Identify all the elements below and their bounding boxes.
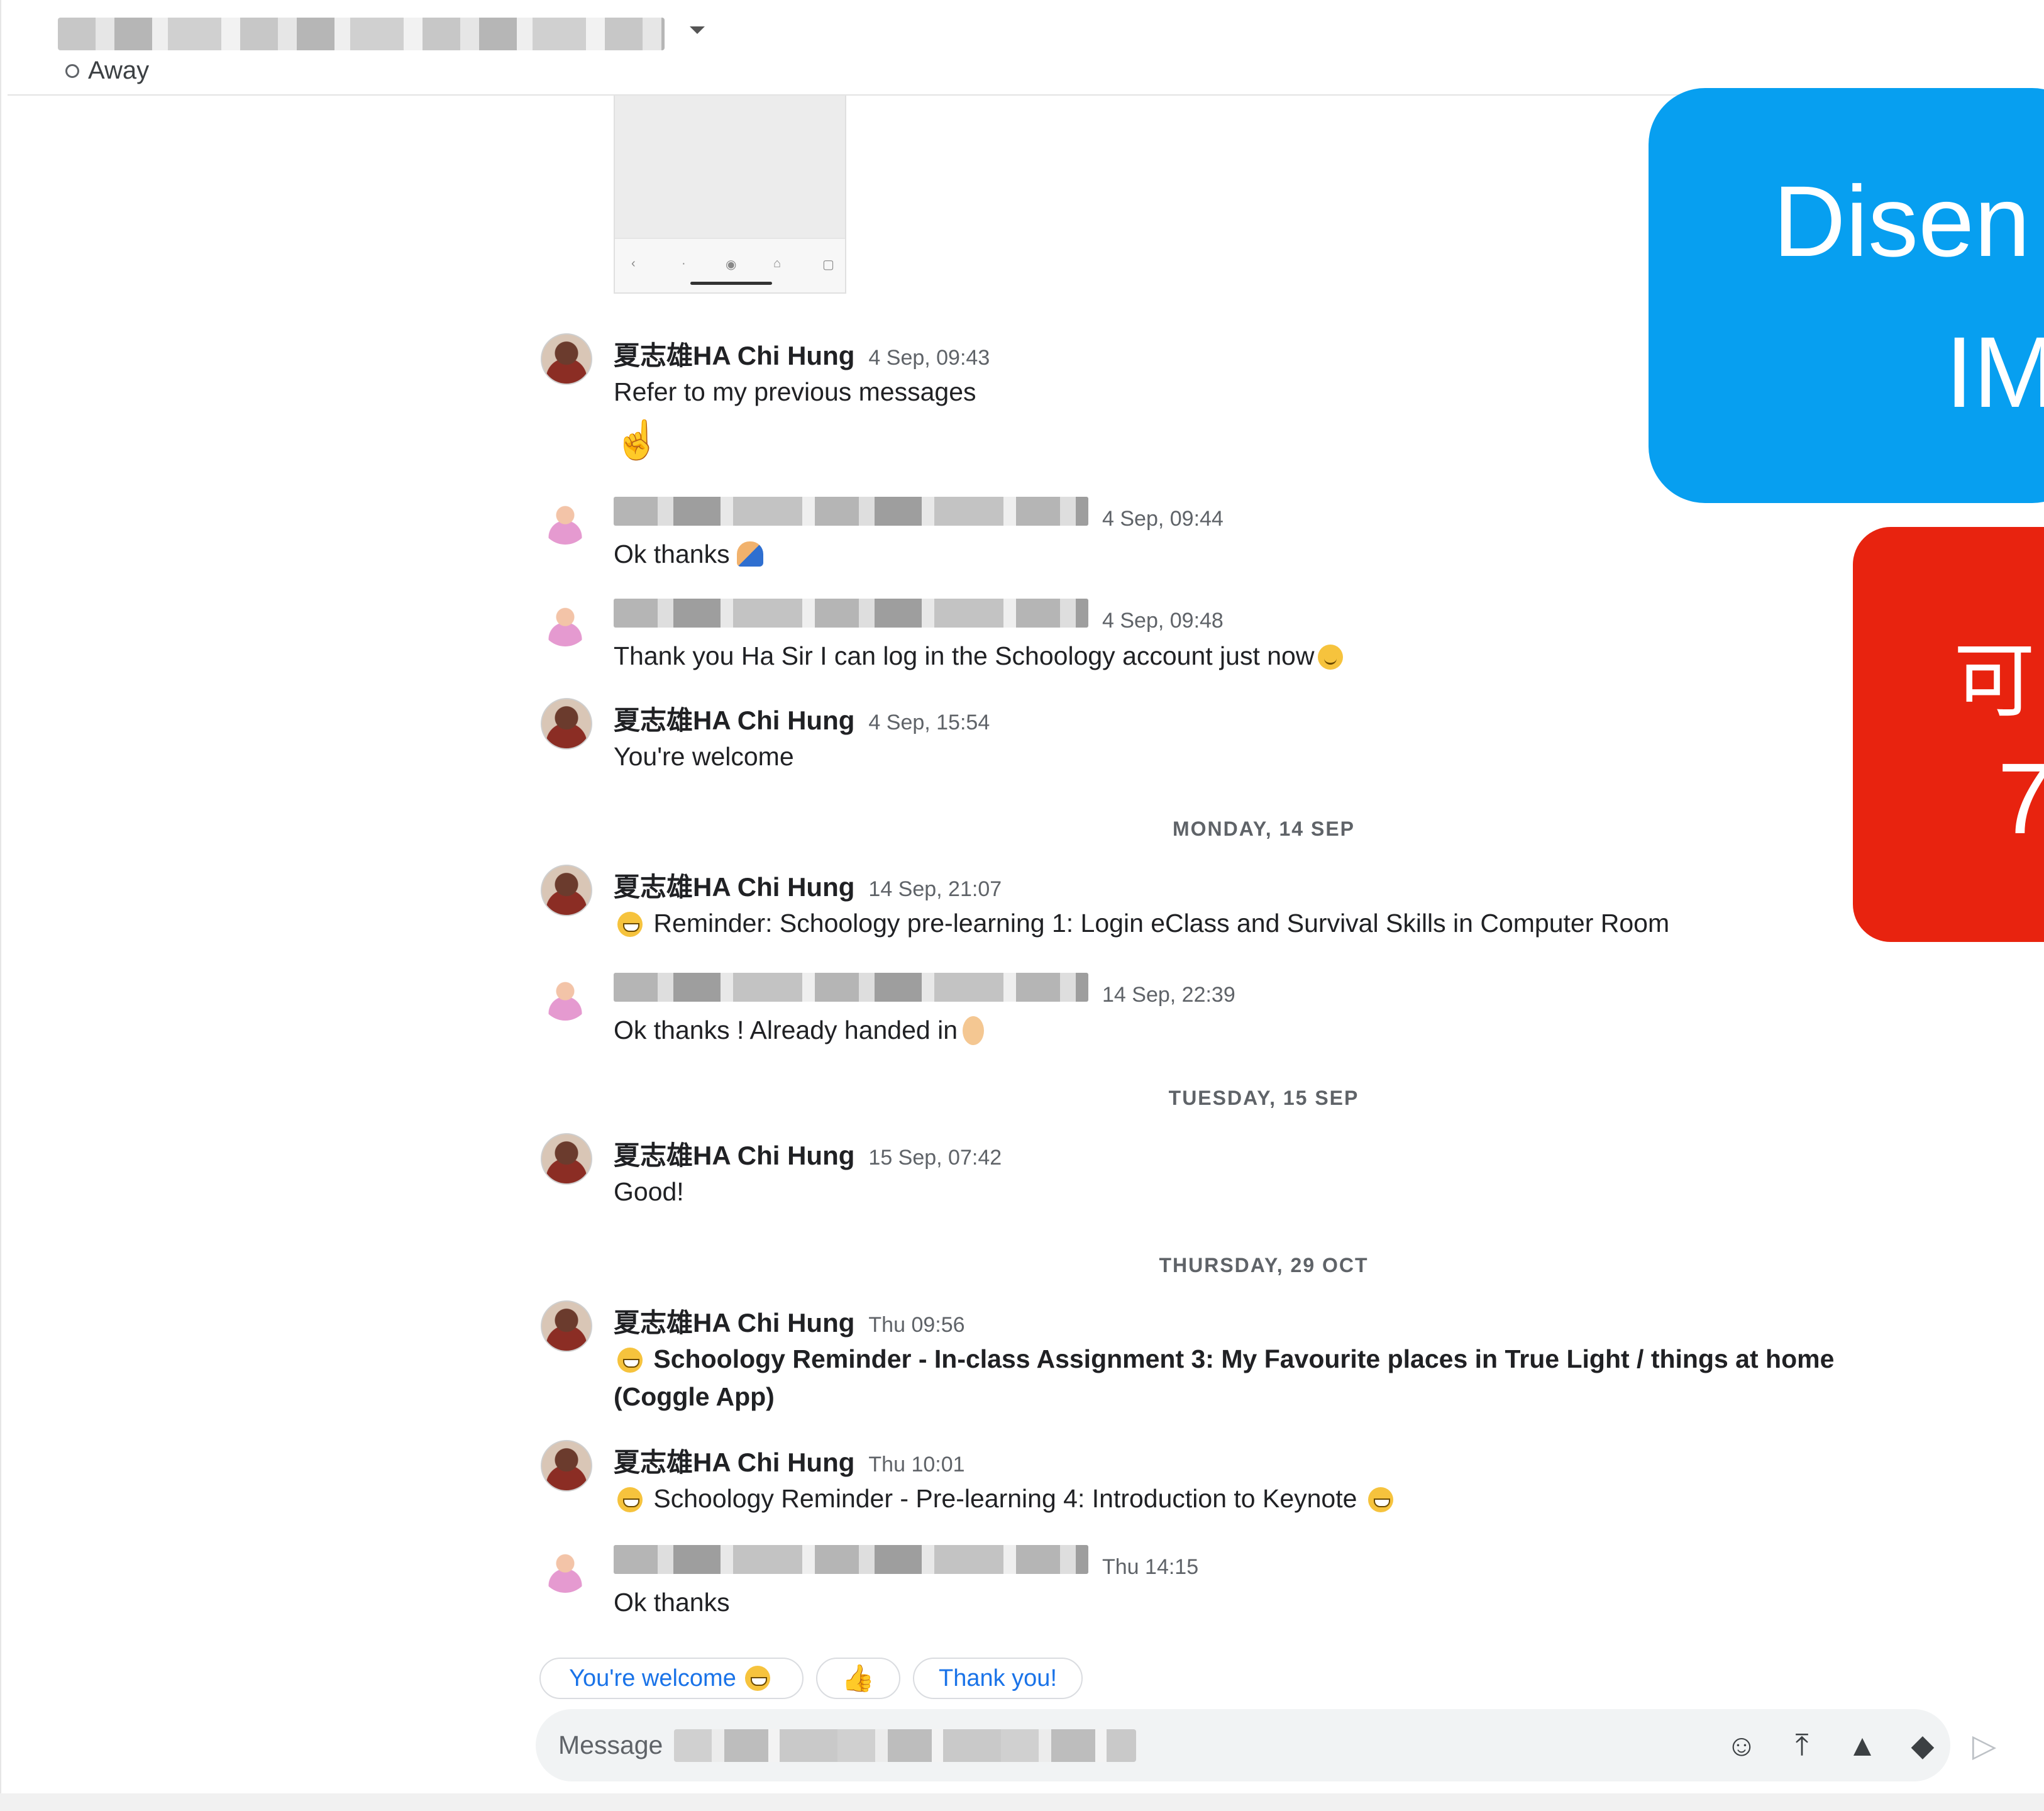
message-time: 14 Sep, 21:07 — [868, 877, 1002, 901]
thumbnail-share-icon: ⌂ — [773, 257, 782, 270]
presence-status-label: Away — [88, 57, 150, 84]
message-text: Ok thanks — [614, 1588, 730, 1617]
suggestion-thank-you[interactable]: Thank you! — [913, 1658, 1083, 1699]
message-text: Refer to my previous messages — [614, 377, 976, 407]
message-body: Ok thanks ! Already handed in — [614, 1016, 958, 1044]
overlay-red-line1: 可 — [1953, 635, 2036, 727]
day-separator: TUESDAY, 15 SEP — [1168, 1087, 1359, 1109]
message-body: You're welcome — [614, 742, 794, 771]
overlay-red-line2: 7 — [1997, 742, 2044, 855]
chat-header: Away — [8, 0, 2044, 96]
thumbnail-nav-bar: ‹ · ◉ ⌂ ▢ — [615, 238, 845, 292]
avatar[interactable] — [541, 1300, 592, 1352]
overlay-label-blue: Disen IM — [1649, 88, 2044, 503]
avatar[interactable] — [541, 1133, 592, 1185]
message-input[interactable]: Message — [558, 1731, 663, 1760]
sender-name-redacted[interactable] — [614, 497, 1088, 526]
drive-icon[interactable]: ▲ — [1845, 1728, 1880, 1763]
overlay-blue-line1: Disen — [1773, 165, 2031, 277]
message-time: 4 Sep, 15:54 — [868, 711, 990, 734]
sender-name[interactable]: 夏志雄HA Chi Hung — [614, 335, 854, 373]
message-body: Schoology Reminder - Pre-learning 4: Int… — [653, 1484, 1357, 1513]
grinning-face-icon — [744, 1666, 770, 1691]
message-text: Ok thanks ! Already handed in — [614, 1016, 985, 1045]
sender-name-redacted[interactable] — [614, 973, 1088, 1002]
message-text: Ok thanks — [614, 540, 763, 569]
presence-status: Away — [65, 57, 149, 85]
message-text: You're welcome — [614, 742, 794, 772]
suggestion-thumbs-up[interactable]: 👍 — [816, 1658, 900, 1699]
upload-icon[interactable]: ⤒ — [1784, 1728, 1820, 1763]
message-time: 15 Sep, 07:42 — [868, 1146, 1002, 1170]
thumbnail-dot-icon: · — [682, 257, 686, 270]
meet-icon[interactable]: ◆ — [1905, 1728, 1940, 1763]
avatar[interactable] — [541, 1544, 590, 1593]
message-body: Ok thanks — [614, 1588, 730, 1617]
avatar[interactable] — [541, 333, 592, 385]
message-text: Thank you Ha Sir I can log in the School… — [614, 641, 1347, 671]
avatar[interactable] — [541, 698, 592, 750]
message-text-continued: (Coggle App) — [614, 1382, 775, 1411]
overlay-blue-line2: IM — [1945, 316, 2044, 428]
sender-name[interactable]: 夏志雄HA Chi Hung — [614, 1134, 854, 1173]
message-draft-redacted — [674, 1729, 1136, 1762]
message-text: Good! — [614, 1177, 684, 1207]
grinning-face-icon — [617, 1348, 643, 1373]
suggestion-youre-welcome[interactable]: You're welcome — [539, 1658, 804, 1699]
sender-name[interactable]: 夏志雄HA Chi Hung — [614, 1441, 854, 1480]
chevron-down-icon[interactable] — [690, 26, 705, 34]
thumbnail-home-icon: ◉ — [726, 258, 737, 272]
message-time: 14 Sep, 22:39 — [1102, 983, 1235, 1007]
shared-image-thumbnail[interactable]: ‹ · ◉ ⌂ ▢ — [614, 96, 846, 294]
message-time: 4 Sep, 09:43 — [868, 346, 990, 370]
send-icon[interactable]: ▷ — [1967, 1728, 2002, 1763]
message-time: 4 Sep, 09:44 — [1102, 507, 1224, 531]
message-body: Schoology Reminder - In-class Assignment… — [653, 1344, 1835, 1373]
message-time: Thu 10:01 — [868, 1453, 965, 1476]
conversation-title-redacted[interactable] — [58, 18, 665, 50]
message-body: Refer to my previous messages — [614, 377, 976, 406]
message-text: Schoology Reminder - Pre-learning 4: Int… — [614, 1484, 1397, 1514]
avatar[interactable] — [541, 496, 590, 545]
avatar[interactable] — [541, 972, 590, 1021]
message-time: Thu 14:15 — [1102, 1555, 1199, 1579]
message-composer[interactable]: Message ☺ ⤒ ▲ ◆ — [536, 1709, 1950, 1781]
message-text: Schoology Reminder - In-class Assignment… — [614, 1344, 1834, 1374]
sender-name-redacted[interactable] — [614, 599, 1088, 628]
sender-name[interactable]: 夏志雄HA Chi Hung — [614, 866, 854, 904]
thumbnail-back-icon: ‹ — [631, 257, 636, 270]
message-body: Good! — [614, 1177, 684, 1206]
avatar[interactable] — [541, 597, 590, 646]
emoji-icon[interactable]: ☺ — [1724, 1728, 1759, 1763]
grinning-face-icon — [617, 912, 643, 937]
sender-name[interactable]: 夏志雄HA Chi Hung — [614, 1302, 854, 1340]
day-separator: THURSDAY, 29 OCT — [1159, 1254, 1369, 1277]
ok-hand-icon — [963, 1016, 985, 1045]
thumbs-up-icon: 👍 — [841, 1663, 875, 1693]
grinning-face-icon — [1367, 1487, 1393, 1512]
suggestion-label: Thank you! — [939, 1664, 1057, 1692]
overlay-label-red: 可 7 — [1853, 527, 2044, 942]
folded-hands-icon — [737, 541, 763, 567]
pointing-up-emoji: ☝ — [614, 421, 661, 459]
suggestion-label: You're welcome — [569, 1664, 736, 1692]
day-separator: MONDAY, 14 SEP — [1172, 817, 1356, 840]
message-time: 4 Sep, 09:48 — [1102, 609, 1224, 633]
sender-name[interactable]: 夏志雄HA Chi Hung — [614, 699, 854, 738]
bottom-border — [0, 1793, 2044, 1811]
avatar[interactable] — [541, 1440, 592, 1492]
thumbnail-home-indicator — [690, 282, 772, 285]
grinning-face-icon — [617, 1487, 643, 1512]
message-body: Ok thanks — [614, 540, 730, 568]
thumbnail-square-icon: ▢ — [822, 258, 834, 272]
message-body: Reminder: Schoology pre-learning 1: Logi… — [653, 909, 1670, 938]
smiling-face-icon — [1318, 645, 1344, 670]
presence-dot-icon — [65, 64, 79, 78]
message-body: Thank you Ha Sir I can log in the School… — [614, 641, 1315, 670]
message-time: Thu 09:56 — [868, 1313, 965, 1337]
message-text: Reminder: Schoology pre-learning 1: Logi… — [614, 909, 1669, 938]
pointing-hand-icon: ☝ — [614, 419, 661, 461]
avatar[interactable] — [541, 865, 592, 916]
sender-name-redacted[interactable] — [614, 1545, 1088, 1574]
